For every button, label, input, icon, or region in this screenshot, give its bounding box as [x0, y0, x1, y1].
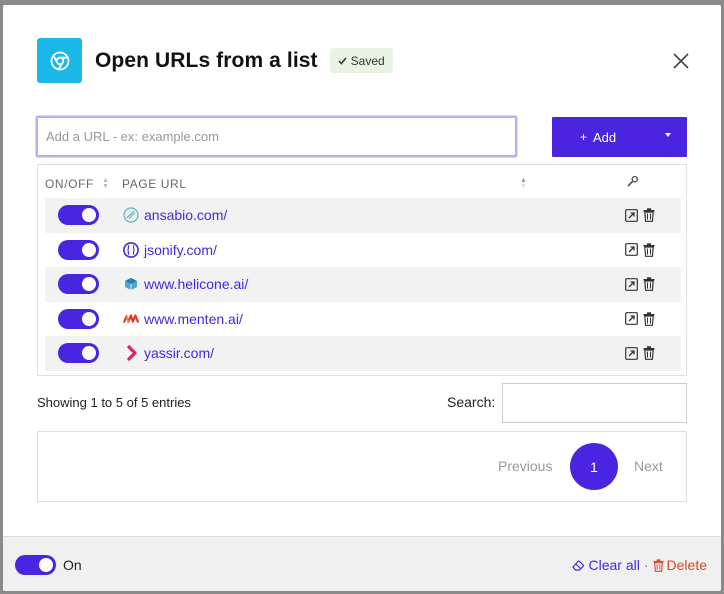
trash-icon[interactable] [643, 277, 655, 292]
entries-info: Showing 1 to 5 of 5 entries [37, 395, 191, 410]
table-header: ON/OFF ▲ ▼ PAGE URL ▲ ▼ [38, 165, 686, 198]
toggle-label: On [63, 557, 82, 573]
menten-favicon-icon [123, 311, 139, 327]
page-url-link[interactable]: ansabio.com/ [144, 207, 227, 223]
wrench-icon [626, 175, 639, 191]
page-url-link[interactable]: yassir.com/ [144, 345, 214, 361]
open-external-icon[interactable] [625, 277, 638, 291]
trash-icon[interactable] [643, 312, 655, 326]
previous-button[interactable]: Previous [498, 458, 552, 474]
saved-label: Saved [350, 53, 385, 68]
table-row: ansabio.com/ [45, 198, 681, 233]
row-toggle[interactable] [58, 343, 99, 364]
modal-dialog: Open URLs from a list Saved + Add ON/OFF… [3, 5, 721, 591]
delete-button[interactable]: Delete [652, 557, 707, 573]
open-external-icon[interactable] [625, 346, 638, 360]
check-icon [338, 57, 347, 65]
helicone-favicon-icon [123, 276, 139, 292]
modal-footer: On Clear all · Delete [3, 536, 721, 591]
footer-actions: Clear all · Delete [571, 557, 707, 573]
trash-icon[interactable] [643, 243, 655, 257]
master-toggle[interactable] [15, 555, 56, 575]
trash-icon[interactable] [643, 208, 655, 223]
column-header-page-url[interactable]: PAGE URL ▲ ▼ [122, 177, 527, 191]
search-label: Search: [447, 394, 496, 410]
plus-icon: + [580, 130, 588, 144]
row-toggle[interactable] [58, 205, 99, 226]
modal-header: Open URLs from a list Saved [37, 38, 697, 83]
open-external-icon[interactable] [625, 243, 638, 257]
row-toggle[interactable] [58, 239, 99, 260]
open-external-icon[interactable] [625, 312, 638, 326]
trash-icon[interactable] [643, 346, 655, 361]
close-icon[interactable] [671, 51, 691, 71]
add-button[interactable]: + Add [552, 117, 687, 157]
sort-icon: ▲ ▼ [520, 177, 528, 190]
page-url-link[interactable]: www.menten.ai/ [144, 311, 243, 327]
page-url-link[interactable]: www.helicone.ai/ [144, 276, 248, 292]
clear-all-button[interactable]: Clear all [571, 557, 640, 573]
pagination: Previous 1 Next [37, 431, 687, 502]
saved-badge: Saved [329, 48, 393, 73]
url-input[interactable] [36, 116, 517, 157]
yassir-favicon-icon [123, 345, 139, 362]
page-button-current[interactable]: 1 [570, 443, 618, 490]
add-button-label: Add [593, 129, 617, 145]
delete-label: Delete [666, 557, 707, 573]
page-title: Open URLs from a list [95, 48, 318, 72]
page-url-link[interactable]: jsonify.com/ [144, 242, 217, 258]
table-row: www.helicone.ai/ [45, 267, 681, 302]
sort-icon: ▲ ▼ [102, 177, 110, 190]
jsonify-favicon-icon [123, 241, 139, 258]
row-toggle[interactable] [58, 274, 99, 295]
ansabio-favicon-icon [123, 207, 139, 223]
separator: · [643, 557, 649, 573]
search-input[interactable] [502, 383, 687, 423]
url-table: ON/OFF ▲ ▼ PAGE URL ▲ ▼ ansabio.com/ jso… [37, 164, 687, 376]
table-row: jsonify.com/ [45, 233, 681, 268]
table-row: www.menten.ai/ [45, 302, 681, 337]
table-row: yassir.com/ [45, 336, 681, 371]
clear-all-label: Clear all [588, 557, 640, 573]
next-button[interactable]: Next [634, 458, 663, 474]
table-body: ansabio.com/ jsonify.com/ www.helicone.a… [45, 198, 681, 371]
row-toggle[interactable] [58, 308, 99, 329]
caret-down-icon[interactable] [665, 133, 671, 137]
open-external-icon[interactable] [625, 208, 638, 222]
chrome-icon [37, 38, 82, 83]
eraser-icon [571, 560, 584, 571]
column-header-onoff[interactable]: ON/OFF ▲ ▼ [45, 177, 109, 191]
trash-icon [652, 558, 664, 572]
